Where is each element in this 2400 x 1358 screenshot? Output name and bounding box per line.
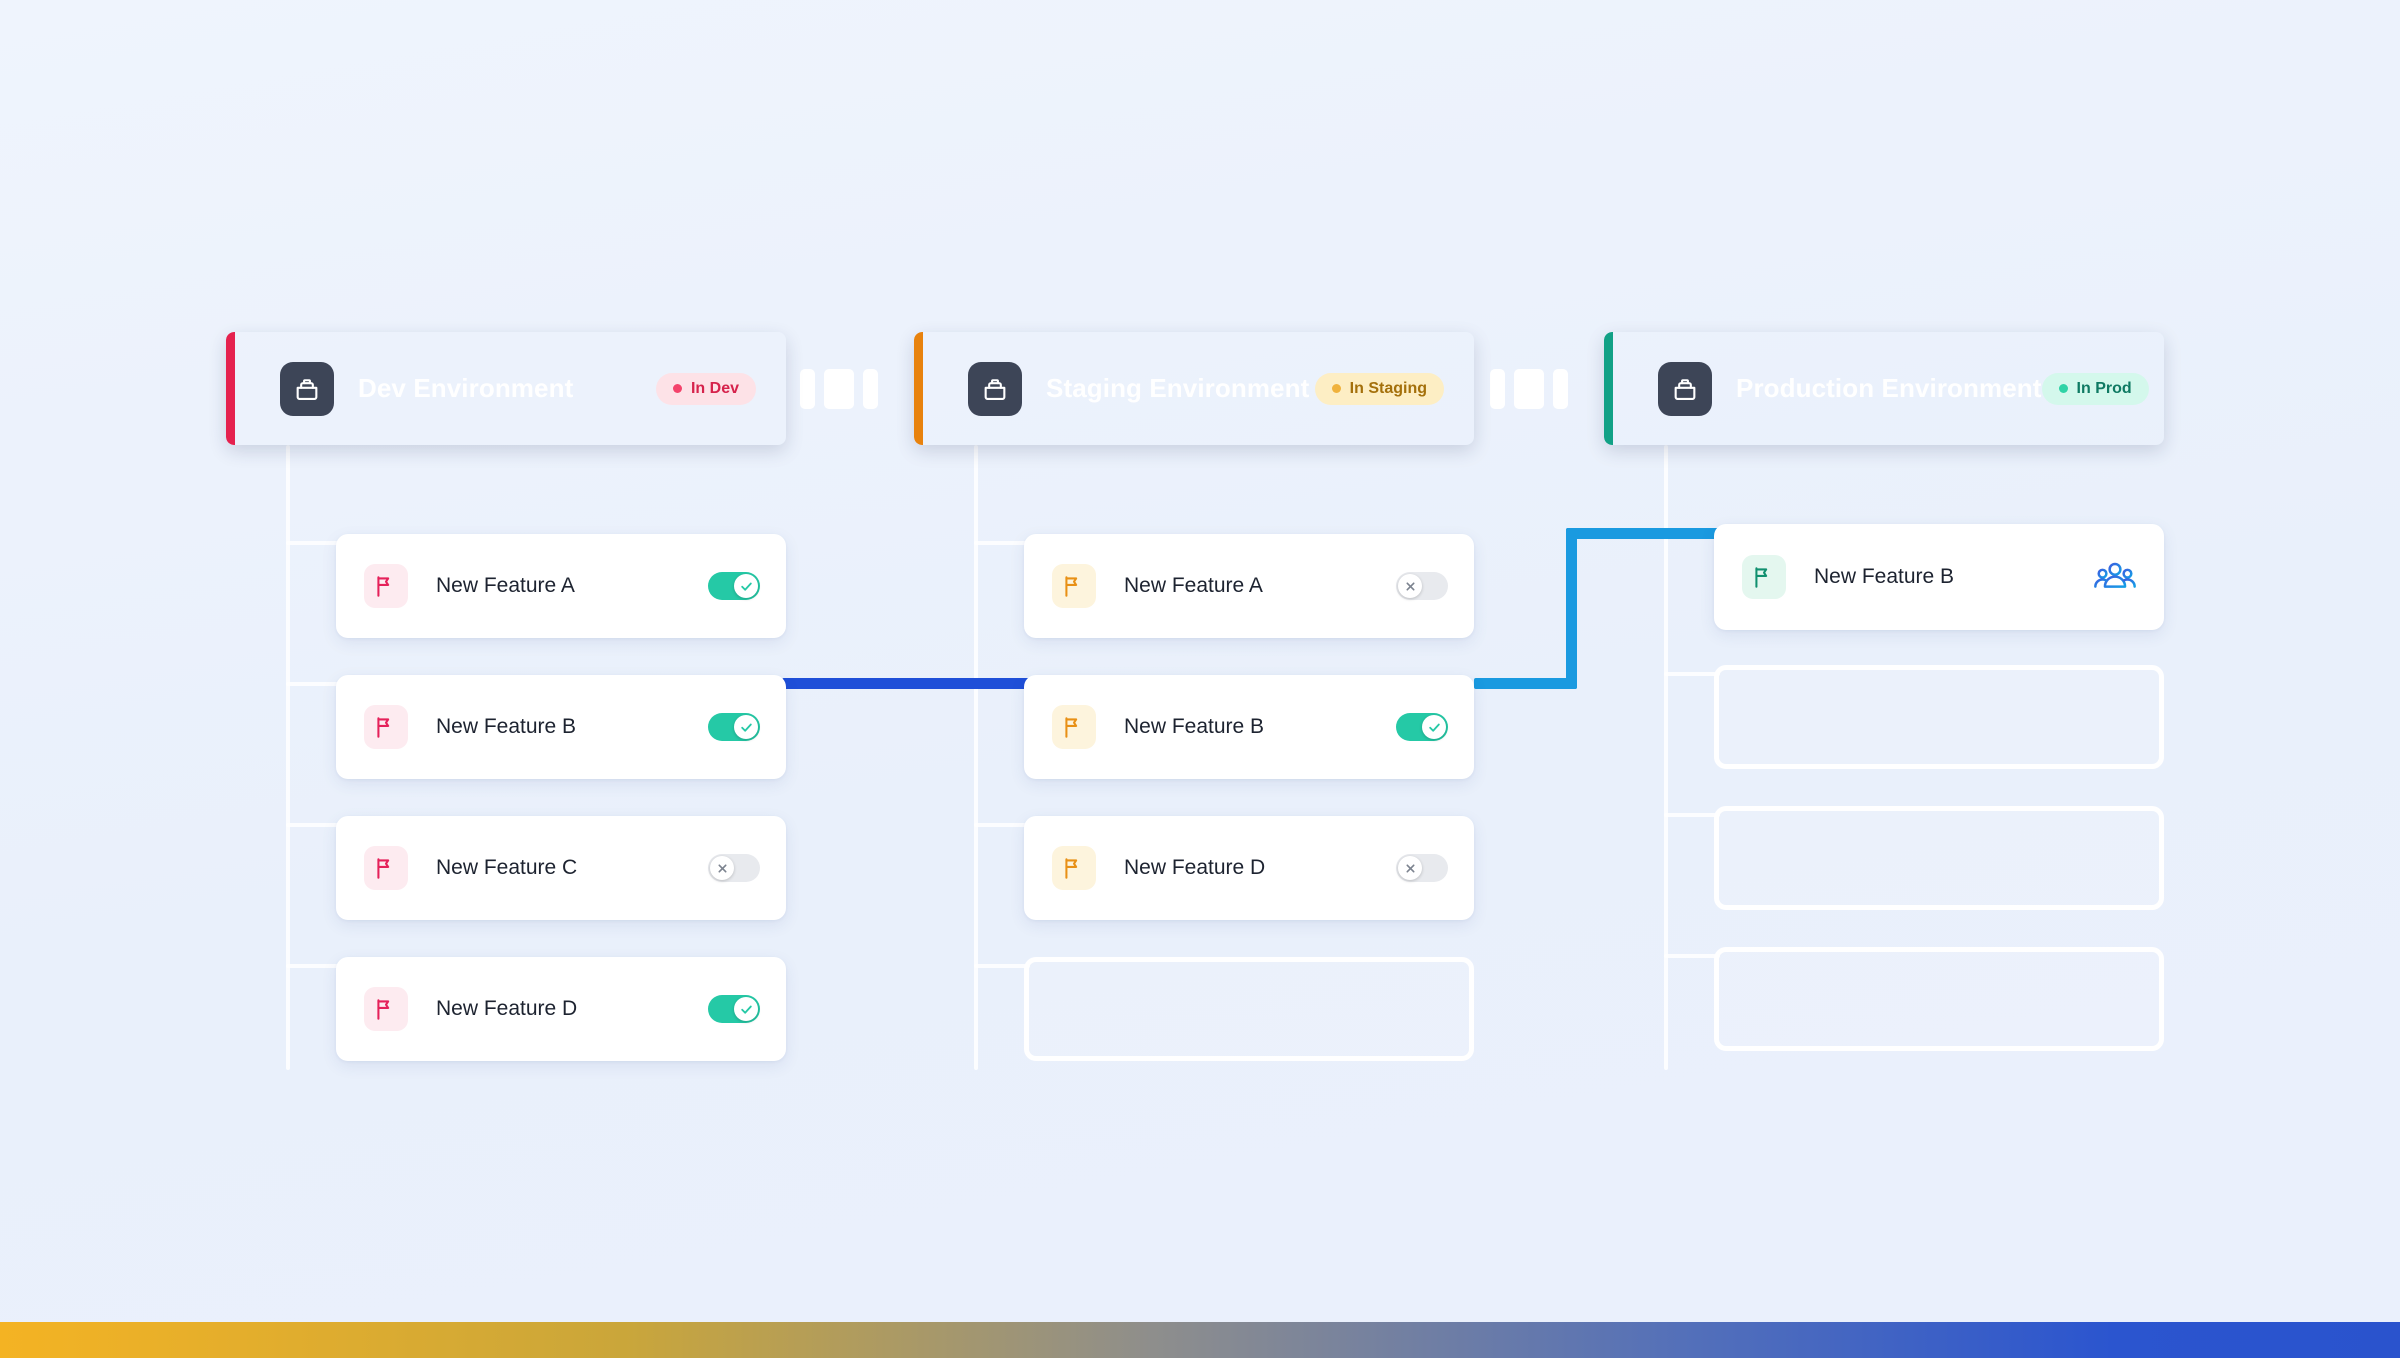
flag-icon — [1052, 564, 1096, 608]
separator-pill — [1490, 369, 1505, 409]
feature-card[interactable]: New Feature B — [1714, 524, 2164, 630]
toggle-knob — [734, 715, 758, 739]
accent-bar-production — [1604, 332, 1613, 445]
toggle-knob — [1398, 856, 1422, 880]
feature-card[interactable]: New Feature D — [1024, 816, 1474, 920]
separator-pill — [824, 369, 854, 409]
environment-header-production[interactable]: Production Environment In Prod — [1604, 332, 2164, 445]
flag-icon — [364, 564, 408, 608]
status-dot-icon — [672, 384, 682, 393]
environment-column-staging: Staging Environment In Staging New Featu… — [914, 332, 1474, 1061]
feature-name: New Feature A — [1124, 574, 1263, 597]
check-icon — [740, 582, 752, 591]
environment-title-production: Production Environment — [1736, 373, 2042, 403]
empty-feature-slot[interactable] — [1714, 806, 2164, 910]
connector-staging-to-prod-vertical — [1566, 528, 1577, 689]
feature-card[interactable]: New Feature A — [1024, 534, 1474, 638]
separator-pill — [863, 369, 878, 409]
feature-toggle[interactable] — [708, 995, 760, 1023]
separator-pill — [800, 369, 815, 409]
status-dot-icon — [1331, 384, 1341, 393]
header-separator-dev-staging — [800, 369, 878, 409]
feature-card-list-production: New Feature B — [1604, 475, 2164, 1055]
separator-pill — [1553, 369, 1568, 409]
status-badge-label: In Dev — [690, 379, 739, 397]
feature-card[interactable]: New Feature B — [1024, 675, 1474, 779]
toggle-knob — [1398, 574, 1422, 598]
feature-toggle[interactable] — [708, 572, 760, 600]
feature-card[interactable]: New Feature D — [336, 957, 786, 1061]
package-icon — [1658, 361, 1712, 416]
flag-icon — [364, 987, 408, 1031]
empty-feature-slot[interactable] — [1714, 665, 2164, 769]
feature-card-list-dev: New Feature A New Feature B New Feature … — [226, 475, 786, 1061]
feature-toggle[interactable] — [708, 713, 760, 741]
feature-card-list-staging: New Feature A New Feature B New Feature … — [914, 475, 1474, 1061]
flag-icon — [364, 846, 408, 890]
status-badge-label: In Prod — [2076, 379, 2132, 397]
accent-bar-staging — [914, 332, 923, 445]
feature-card[interactable]: New Feature C — [336, 816, 786, 920]
flag-icon — [1742, 555, 1786, 599]
feature-name: New Feature D — [1124, 856, 1266, 879]
package-icon — [280, 361, 334, 416]
feature-toggle[interactable] — [1396, 572, 1448, 600]
toggle-knob — [734, 997, 758, 1021]
feature-toggle[interactable] — [708, 854, 760, 882]
accent-bar-dev — [226, 332, 235, 445]
feature-toggle[interactable] — [1396, 713, 1448, 741]
status-dot-icon — [2058, 384, 2068, 393]
check-icon — [1428, 723, 1440, 732]
connector-staging-to-prod-horizontal-lower — [1474, 678, 1577, 689]
environment-column-dev: Dev Environment In Dev New Feature A New… — [226, 332, 786, 1061]
environment-title-staging: Staging Environment — [1046, 373, 1310, 403]
flag-icon — [364, 705, 408, 749]
empty-feature-slot[interactable] — [1714, 947, 2164, 1051]
feature-name: New Feature C — [436, 856, 578, 879]
empty-feature-slot[interactable] — [1024, 957, 1474, 1061]
toggle-knob — [1422, 715, 1446, 739]
feature-name: New Feature A — [436, 574, 575, 597]
bottom-gradient-bar — [0, 1322, 2400, 1358]
environment-column-production: Production Environment In Prod New Featu… — [1604, 332, 2164, 1055]
status-badge-label: In Staging — [1349, 379, 1427, 397]
status-badge-production: In Prod — [2041, 372, 2149, 405]
toggle-knob — [734, 574, 758, 598]
toggle-knob — [710, 856, 734, 880]
cross-icon — [1405, 581, 1415, 591]
cross-icon — [1405, 863, 1415, 873]
flag-icon — [1052, 846, 1096, 890]
feature-flag-pipeline-canvas: Dev Environment In Dev New Feature A New… — [0, 0, 2400, 1358]
header-separator-staging-prod — [1490, 369, 1568, 409]
package-icon — [968, 361, 1022, 416]
feature-toggle[interactable] — [1396, 854, 1448, 882]
environment-header-dev[interactable]: Dev Environment In Dev — [226, 332, 786, 445]
feature-card[interactable]: New Feature A — [336, 534, 786, 638]
feature-name: New Feature B — [436, 715, 577, 738]
flag-icon — [1052, 705, 1096, 749]
feature-name: New Feature D — [436, 997, 578, 1020]
status-badge-staging: In Staging — [1314, 372, 1444, 405]
status-badge-dev: In Dev — [655, 372, 756, 405]
feature-name: New Feature B — [1124, 715, 1265, 738]
environment-header-staging[interactable]: Staging Environment In Staging — [914, 332, 1474, 445]
group-users-icon[interactable] — [2092, 554, 2138, 600]
cross-icon — [717, 863, 727, 873]
environment-title-dev: Dev Environment — [358, 373, 574, 403]
check-icon — [740, 1005, 752, 1014]
check-icon — [740, 723, 752, 732]
feature-name: New Feature B — [1814, 565, 1955, 588]
separator-pill — [1514, 369, 1544, 409]
feature-card[interactable]: New Feature B — [336, 675, 786, 779]
